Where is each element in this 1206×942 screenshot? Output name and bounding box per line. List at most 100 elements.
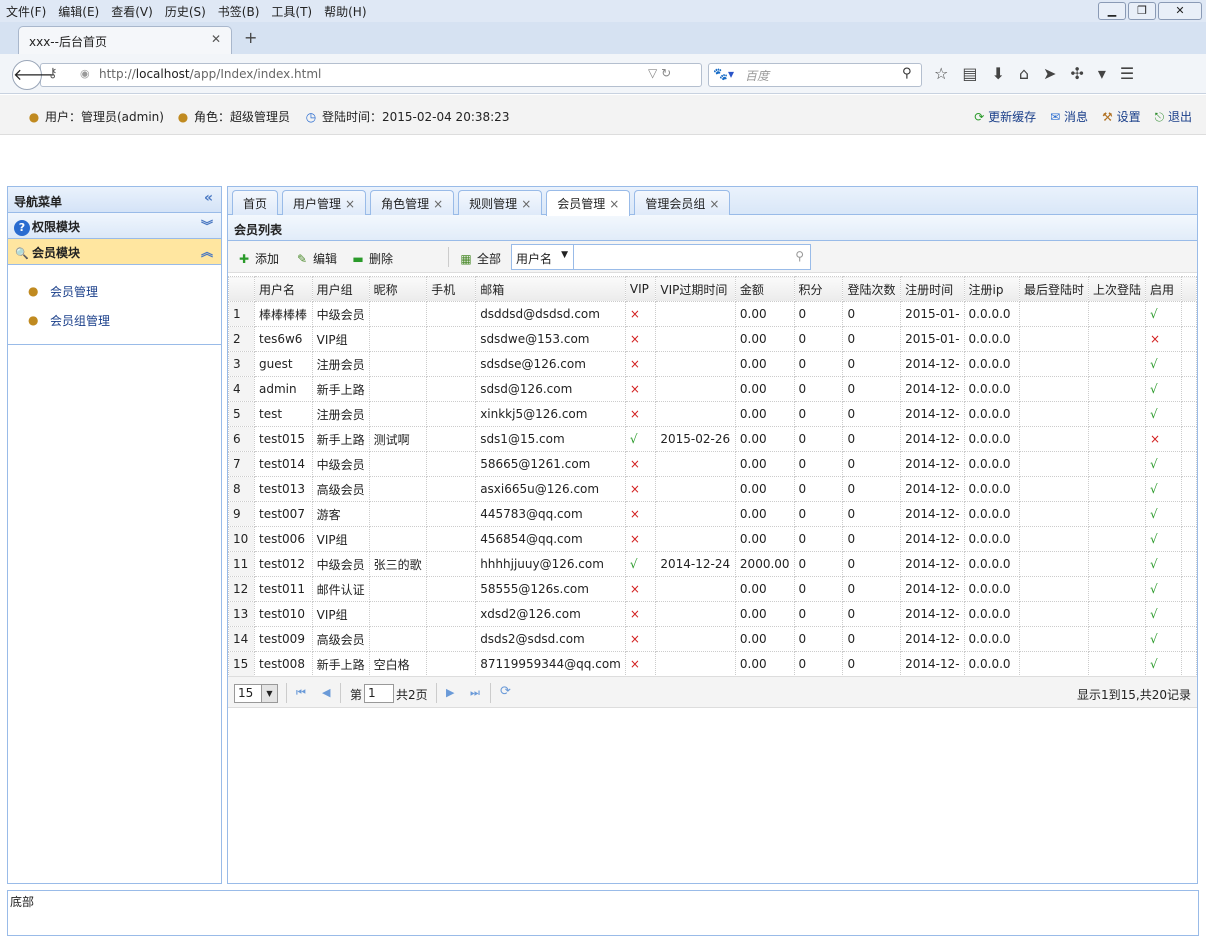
column-header[interactable]: 最后登陆时 <box>1018 276 1090 302</box>
table-row[interactable]: 6 test015 新手上路 测试啊 sds1@15.com √ 2015-02-26 0.0… <box>228 426 1197 452</box>
table-row[interactable]: 9 test007 游客 445783@qq.com × 0.00 0 0 2014-12- 0.… <box>228 501 1197 527</box>
table-row[interactable]: 15 test008 新手上路 空白格 87119959344@qq.com × 0.00 0… <box>228 651 1197 677</box>
menu-view[interactable]: 查看(V) <box>105 0 159 20</box>
reload-icon[interactable]: ↻ <box>661 66 671 80</box>
sidebar-item-member-group-management[interactable]: ● 会员组管理 <box>28 306 221 335</box>
tab-rule-management[interactable]: 规则管理 × <box>458 190 543 215</box>
first-page-icon[interactable]: ⏮ <box>296 686 306 700</box>
delete-button[interactable]: ▬ 删除 <box>350 250 393 267</box>
settings-link[interactable]: ⚒ 设置 <box>1102 108 1141 125</box>
tab-home[interactable]: 首页 <box>232 190 279 215</box>
bookmark-star-icon[interactable]: ☆ <box>934 64 948 83</box>
table-row[interactable]: 7 test014 中级会员 58665@1261.com × 0.00 0 0 2014-12… <box>228 451 1197 477</box>
sidebar-item-member-management[interactable]: ● 会员管理 <box>28 277 221 306</box>
next-page-icon[interactable]: ▶ <box>446 686 454 699</box>
key-icon[interactable]: ⚷ <box>48 66 58 81</box>
table-row[interactable]: 1 棒棒棒棒 中级会员 dsddsd@dsdsd.com × 0.00 0 0 2015-01-… <box>228 301 1197 327</box>
table-row[interactable]: 12 test011 邮件认证 58555@126s.com × 0.00 0 0 2014-1… <box>228 576 1197 602</box>
column-header[interactable]: 用户组 <box>311 276 370 302</box>
url-bar[interactable]: http://localhost/app/Index/index.html <box>40 63 702 87</box>
close-tab-icon[interactable]: × <box>709 197 719 211</box>
close-tab-icon[interactable]: × <box>521 197 531 211</box>
search-icon[interactable]: ⚲ <box>902 66 912 81</box>
menu-bookmarks[interactable]: 书签(B) <box>212 0 266 20</box>
module-permissions[interactable]: ? 权限模块 ︾ <box>8 213 221 239</box>
messages-link[interactable]: ✉ 消息 <box>1050 108 1088 125</box>
pager-divider <box>286 683 287 703</box>
refresh-icon[interactable]: ⟳ <box>500 684 511 699</box>
table-cell: 0 <box>793 476 844 502</box>
last-page-icon[interactable]: ⏭ <box>470 686 480 700</box>
column-header[interactable]: 金额 <box>734 276 795 302</box>
table-cell: 0 <box>842 451 902 477</box>
module-members[interactable]: 🔍 会员模块 ︽ <box>8 239 221 265</box>
table-cell: 0 <box>842 601 902 627</box>
row-number: 7 <box>228 451 255 477</box>
close-tab-icon[interactable]: × <box>345 197 355 211</box>
tab-role-management[interactable]: 角色管理 × <box>370 190 455 215</box>
column-header[interactable]: 登陆次数 <box>842 276 902 302</box>
close-window-button[interactable]: ✕ <box>1158 2 1202 20</box>
table-row[interactable]: 4 admin 新手上路 sdsd@126.com × 0.00 0 0 2014-12- 0.0… <box>228 376 1197 402</box>
menu-file[interactable]: 文件(F) <box>0 0 52 20</box>
hamburger-menu-icon[interactable]: ☰ <box>1120 64 1134 83</box>
column-header[interactable]: 邮箱 <box>475 276 626 302</box>
column-header[interactable]: 用户名 <box>254 276 313 302</box>
table-row[interactable]: 10 test006 VIP组 456854@qq.com × 0.00 0 0 2014-12… <box>228 526 1197 552</box>
menu-help[interactable]: 帮助(H) <box>318 0 372 20</box>
close-tab-icon[interactable]: ✕ <box>211 32 221 46</box>
column-header[interactable]: VIP <box>624 276 657 302</box>
show-all-button[interactable]: ▦ 全部 <box>458 250 501 267</box>
send-icon[interactable]: ➤ <box>1043 64 1056 83</box>
column-header[interactable]: 积分 <box>793 276 844 302</box>
table-row[interactable]: 5 test 注册会员 xinkkj5@126.com × 0.00 0 0 2014-12- 0… <box>228 401 1197 427</box>
column-header[interactable]: 注册时间 <box>900 276 965 302</box>
minimize-button[interactable]: ▁ <box>1098 2 1126 20</box>
table-row[interactable]: 8 test013 高级会员 asxi665u@126.com × 0.00 0 0 2014-… <box>228 476 1197 502</box>
column-header[interactable]: 手机 <box>426 276 477 302</box>
overflow-icon[interactable]: ▾ <box>1098 64 1106 83</box>
add-button[interactable]: ✚ 添加 <box>236 250 279 267</box>
search-input-field[interactable]: ⚲ <box>574 245 810 269</box>
collapse-icon[interactable]: ︽ <box>201 243 213 260</box>
new-tab-icon[interactable]: + <box>244 28 257 47</box>
expand-icon[interactable]: ︾ <box>201 217 213 234</box>
tab-member-management[interactable]: 会员管理 × <box>546 190 631 216</box>
refresh-cache-link[interactable]: ⟳ 更新缓存 <box>974 108 1036 125</box>
search-field-select[interactable]: 用户名 ▼ <box>512 245 574 269</box>
search-engine-icon[interactable]: 🐾▾ <box>713 67 734 81</box>
prev-page-icon[interactable]: ◀ <box>322 686 330 699</box>
menu-edit[interactable]: 编辑(E) <box>52 0 105 20</box>
menu-tools[interactable]: 工具(T) <box>265 0 318 20</box>
browser-tab[interactable]: xxx--后台首页 ✕ <box>18 26 232 54</box>
edit-button[interactable]: ✎ 编辑 <box>294 250 337 267</box>
collapse-panel-icon[interactable]: « <box>204 190 213 206</box>
menu-history[interactable]: 历史(S) <box>159 0 212 20</box>
search-input[interactable]: 百度 <box>708 63 922 87</box>
extension-icon[interactable]: ✣ <box>1070 64 1083 83</box>
table-row[interactable]: 2 tes6w6 VIP组 sdsdwe@153.com × 0.00 0 0 2015-01-… <box>228 326 1197 352</box>
column-header[interactable]: 昵称 <box>368 276 428 302</box>
close-tab-icon[interactable]: × <box>609 197 619 211</box>
close-tab-icon[interactable]: × <box>433 197 443 211</box>
table-row[interactable]: 11 test012 中级会员 张三的歌 hhhhjjuuy@126.com √ 2014-… <box>228 551 1197 577</box>
page-size-select[interactable]: 15 ▼ <box>234 684 278 703</box>
maximize-button[interactable]: ❐ <box>1128 2 1156 20</box>
back-button[interactable]: 🡐 <box>12 60 56 90</box>
column-header[interactable]: 上次登陆 <box>1087 276 1147 302</box>
dropdown-icon[interactable]: ▽ <box>648 66 657 80</box>
table-row[interactable]: 13 test010 VIP组 xdsd2@126.com × 0.00 0 0 2014-12… <box>228 601 1197 627</box>
logout-link[interactable]: ⎋ 退出 <box>1155 108 1192 125</box>
page-number-input[interactable]: 1 <box>364 684 394 703</box>
column-header[interactable]: 注册ip <box>963 276 1020 302</box>
download-icon[interactable]: ⬇ <box>991 64 1004 83</box>
column-header[interactable]: 启用 <box>1145 276 1183 302</box>
tab-user-management[interactable]: 用户管理 × <box>282 190 367 215</box>
reading-list-icon[interactable]: ▤ <box>962 64 977 83</box>
tab-member-group-management[interactable]: 管理会员组 × <box>634 190 731 215</box>
table-row[interactable]: 3 guest 注册会员 sdsdse@126.com × 0.00 0 0 2014-12- 0… <box>228 351 1197 377</box>
column-header[interactable]: VIP过期时间 <box>655 276 736 302</box>
search-icon[interactable]: ⚲ <box>795 249 804 263</box>
table-row[interactable]: 14 test009 高级会员 dsds2@sdsd.com × 0.00 0 0 2014-1… <box>228 626 1197 652</box>
home-icon[interactable]: ⌂ <box>1019 64 1029 83</box>
